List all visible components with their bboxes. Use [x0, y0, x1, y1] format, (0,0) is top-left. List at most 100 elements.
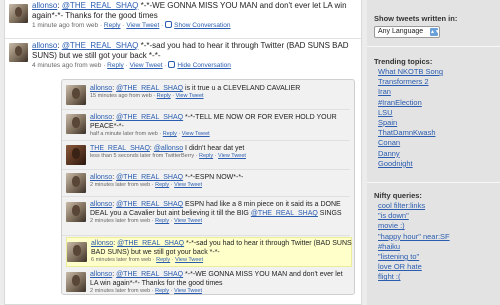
trend-item[interactable]: ThatDamnKwash [378, 128, 498, 138]
reply-mention-2[interactable]: @THE_REAL_SHAQ [251, 210, 318, 217]
reply-link[interactable]: Reply [157, 93, 171, 99]
thread-reply: allonso: @THE_REAL_SHAQ is it true u a C… [66, 82, 352, 108]
meta-separator: · [195, 153, 198, 159]
trending-title: Trending topics: [374, 57, 433, 66]
tweet-mention[interactable]: @THE_REAL_SHAQ [62, 41, 139, 50]
meta-separator: · [125, 62, 128, 69]
tweet-username[interactable]: allonso [32, 1, 57, 10]
reply-link[interactable]: Reply [104, 22, 121, 29]
reply-mention[interactable]: @THE_REAL_SHAQ [116, 85, 183, 92]
avatar[interactable] [66, 173, 86, 193]
tweet-body: allonso: @THE_REAL_SHAQ *-*-sad you had … [32, 41, 357, 70]
query-item[interactable]: movie :) [378, 221, 498, 231]
meta-separator: · [170, 288, 173, 294]
reply-mention[interactable]: @allonso [154, 145, 183, 152]
avatar[interactable] [9, 43, 28, 62]
trend-item[interactable]: Spain [378, 118, 498, 128]
meta-separator: · [161, 22, 164, 29]
thread-divider [62, 109, 350, 110]
reply-username[interactable]: allonso [90, 271, 112, 278]
avatar[interactable] [66, 272, 86, 292]
view-tweet-link[interactable]: View Tweet [182, 131, 210, 137]
reply-meta: 2 minutes later from web · Reply · View … [90, 182, 352, 189]
reply-mention[interactable]: @THE_REAL_SHAQ [117, 240, 184, 247]
reply-username[interactable]: allonso [90, 174, 112, 181]
trend-item[interactable]: Iran [378, 87, 498, 97]
reply-meta: 6 minutes later from web · Reply · View … [91, 257, 353, 264]
tweet-username[interactable]: allonso [32, 41, 57, 50]
view-tweet-link[interactable]: View Tweet [174, 218, 202, 224]
avatar-face-icon [72, 88, 80, 99]
query-item[interactable]: love OR hate [378, 262, 498, 272]
meta-separator: · [103, 62, 106, 69]
avatar-face-icon [14, 45, 23, 57]
query-item[interactable]: cool filter:links [378, 201, 498, 211]
trend-item[interactable]: Conan [378, 138, 498, 148]
reply-username[interactable]: allonso [91, 240, 113, 247]
meta-separator: · [164, 62, 167, 69]
tweet-meta: 1 minute ago from web · Reply · View Twe… [32, 21, 357, 30]
query-item[interactable]: flight :( [378, 272, 498, 282]
reply-link[interactable]: Reply [199, 153, 213, 159]
thread-divider [62, 140, 350, 141]
meta-separator: · [122, 22, 125, 29]
view-tweet-link[interactable]: View Tweet [126, 22, 159, 29]
thread-reply: allonso: @THE_REAL_SHAQ *-*-WE GONNA MIS… [66, 269, 352, 295]
avatar[interactable] [66, 114, 86, 134]
avatar[interactable] [66, 85, 86, 105]
reply-link[interactable]: Reply [163, 131, 177, 137]
view-tweet-link[interactable]: View Tweet [175, 257, 203, 263]
reply-time: 6 minutes later from web [91, 257, 152, 263]
query-item[interactable]: "happy hour" near:SF [378, 232, 498, 242]
view-tweet-link[interactable]: View Tweet [174, 288, 202, 294]
query-list: cool filter:links "is down" movie :) "ha… [374, 201, 498, 283]
avatar[interactable] [66, 202, 86, 222]
reply-username[interactable]: THE_REAL_SHAQ [90, 145, 150, 152]
reply-mention[interactable]: @THE_REAL_SHAQ [116, 201, 183, 208]
sidebar-divider [367, 182, 500, 183]
reply-mention[interactable]: @THE_REAL_SHAQ [116, 174, 183, 181]
trend-item[interactable]: Danny [378, 149, 498, 159]
trend-item[interactable]: Goodnight [378, 159, 498, 169]
reply-mention[interactable]: @THE_REAL_SHAQ [116, 271, 183, 278]
query-item[interactable]: #haiku [378, 242, 498, 252]
avatar[interactable] [9, 4, 28, 23]
reply-text: *-*-ESPN NOW*-*- [183, 174, 244, 181]
query-item[interactable]: "is down" [378, 211, 498, 221]
meta-separator: · [172, 93, 175, 99]
trend-item[interactable]: What NKOTB Song [378, 67, 498, 77]
reply-meta: 15 minutes ago from web · Reply · View T… [90, 93, 352, 100]
avatar[interactable] [66, 145, 86, 165]
view-tweet-link[interactable]: View Tweet [174, 182, 202, 188]
meta-separator: · [178, 131, 181, 137]
reply-link[interactable]: Reply [155, 218, 169, 224]
conversation-icon [168, 61, 176, 68]
view-tweet-link[interactable]: View Tweet [176, 93, 204, 99]
avatar-face-icon [72, 117, 80, 128]
avatar-face-icon [14, 6, 23, 18]
avatar[interactable] [67, 242, 87, 262]
reply-username[interactable]: allonso [90, 114, 112, 121]
thread-reply: allonso: @THE_REAL_SHAQ ESPN had like a … [66, 198, 352, 234]
trend-item[interactable]: #IranElection [378, 98, 498, 108]
view-tweet-link[interactable]: View Tweet [130, 62, 163, 69]
reply-username[interactable]: allonso [90, 85, 112, 92]
reply-time: less than 5 seconds later from TwitterBe… [90, 153, 195, 159]
reply-mention[interactable]: @THE_REAL_SHAQ [116, 114, 183, 121]
show-conversation-link[interactable]: Show Conversation [174, 22, 230, 29]
reply-username[interactable]: allonso [90, 201, 112, 208]
view-tweet-link[interactable]: View Tweet [218, 153, 246, 159]
tweet-time: 1 minute ago from web [32, 22, 99, 29]
language-select[interactable]: Any Language ▲▼ [374, 26, 440, 38]
hide-conversation-link[interactable]: Hide Conversation [177, 62, 230, 69]
tweet-mention[interactable]: @THE_REAL_SHAQ [62, 1, 139, 10]
trend-item[interactable]: Transformers 2 [378, 77, 498, 87]
meta-separator: · [170, 182, 173, 188]
reply-link[interactable]: Reply [155, 182, 169, 188]
tweet-meta: 4 minutes ago from web · Reply · View Tw… [32, 61, 357, 70]
reply-link[interactable]: Reply [155, 288, 169, 294]
reply-link[interactable]: Reply [107, 62, 124, 69]
trend-item[interactable]: LSU [378, 108, 498, 118]
query-item[interactable]: "listening to" [378, 252, 498, 262]
reply-link[interactable]: Reply [156, 257, 170, 263]
